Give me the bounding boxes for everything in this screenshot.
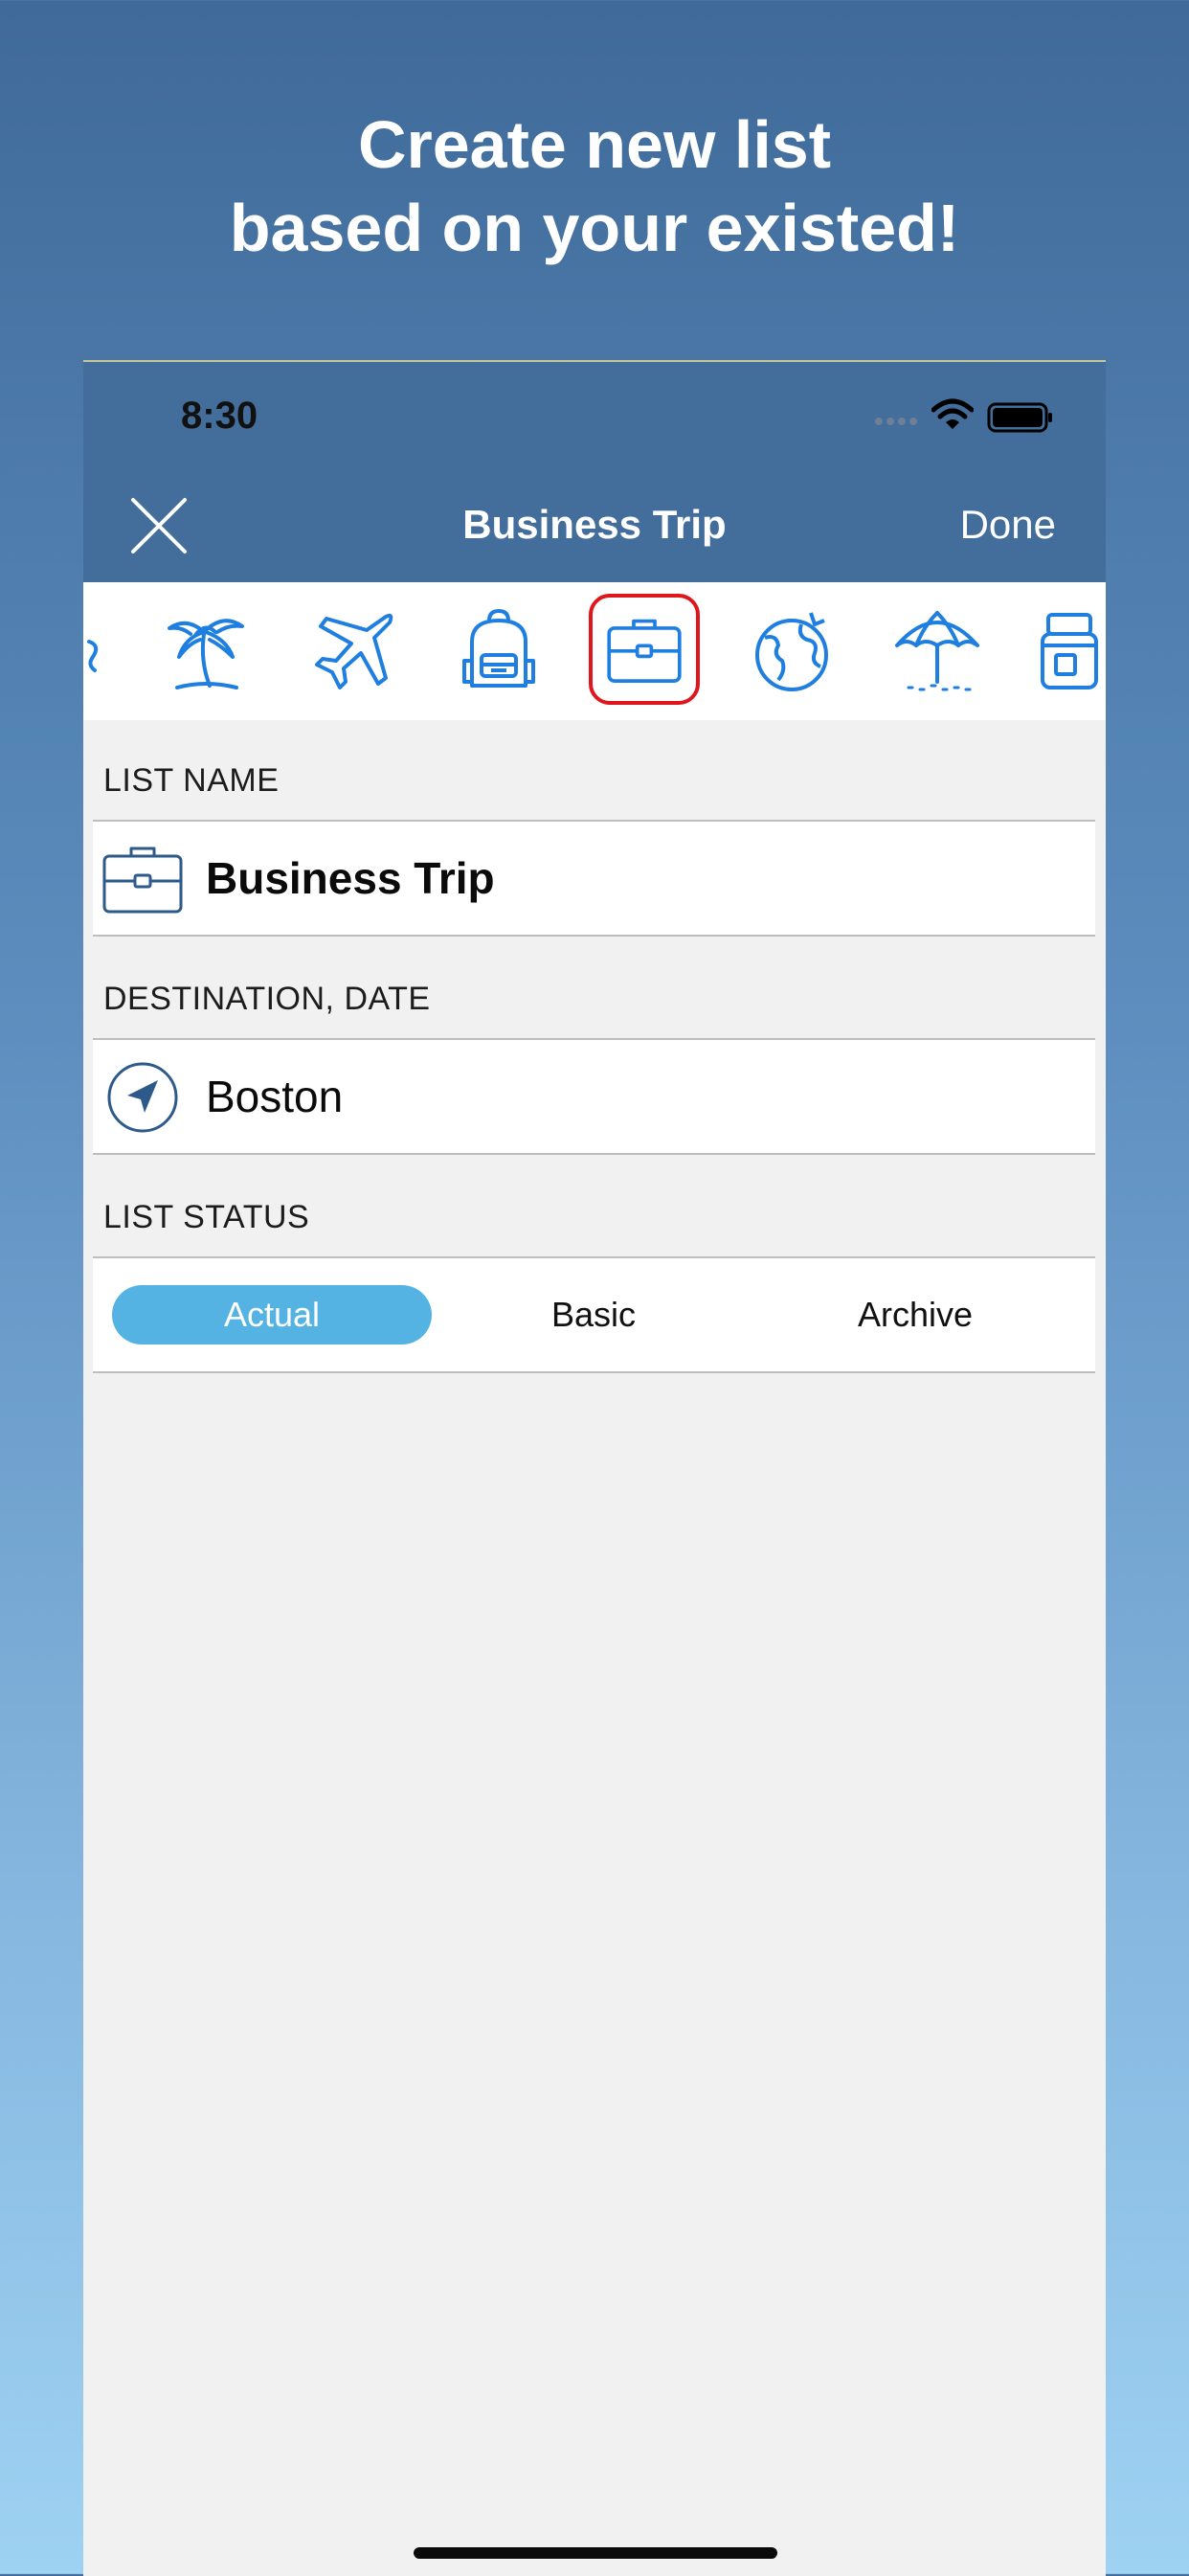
destination-header: DESTINATION, DATE — [103, 981, 431, 1017]
suitcase-icon[interactable] — [1035, 603, 1106, 699]
beach-umbrella-icon[interactable] — [889, 603, 985, 699]
wifi-icon — [931, 398, 974, 429]
location-arrow-icon — [107, 1062, 178, 1133]
status-option-basic[interactable]: Basic — [434, 1285, 753, 1344]
status-option-actual[interactable]: Actual — [112, 1285, 432, 1344]
globe-icon[interactable] — [744, 603, 840, 699]
list-status-header: LIST STATUS — [103, 1199, 310, 1235]
status-option-archive[interactable]: Archive — [755, 1285, 1075, 1344]
briefcase-option-selected[interactable] — [589, 594, 700, 705]
navigation-bar: 8:30 Business Trip Done — [83, 362, 1106, 582]
list-name-header: LIST NAME — [103, 762, 280, 799]
battery-icon — [987, 402, 1052, 433]
home-indicator[interactable] — [414, 2547, 777, 2559]
phone-screen: 8:30 Business Trip Done LIST NAME Busine… — [83, 360, 1106, 2576]
list-name-field[interactable]: Business Trip — [206, 852, 495, 904]
destination-row[interactable]: Boston — [93, 1038, 1095, 1155]
destination-field[interactable]: Boston — [206, 1071, 343, 1122]
backpack-icon[interactable] — [451, 603, 547, 699]
list-name-row[interactable]: Business Trip — [93, 820, 1095, 937]
briefcase-icon — [102, 847, 183, 914]
partial-icon[interactable] — [83, 603, 122, 699]
list-status-control: Actual Basic Archive — [93, 1256, 1095, 1373]
promo-headline: Create new list based on your existed! — [0, 103, 1189, 270]
promo-line-2: based on your existed! — [229, 191, 960, 265]
briefcase-icon — [607, 619, 682, 683]
signal-icon — [875, 418, 917, 425]
promo-line-1: Create new list — [357, 107, 832, 182]
status-time: 8:30 — [181, 395, 258, 437]
airplane-icon[interactable] — [305, 603, 401, 699]
nav-title: Business Trip — [462, 502, 727, 547]
list-icon-picker — [83, 582, 1106, 720]
palm-tree-icon[interactable] — [158, 603, 254, 699]
done-button[interactable]: Done — [960, 502, 1056, 548]
